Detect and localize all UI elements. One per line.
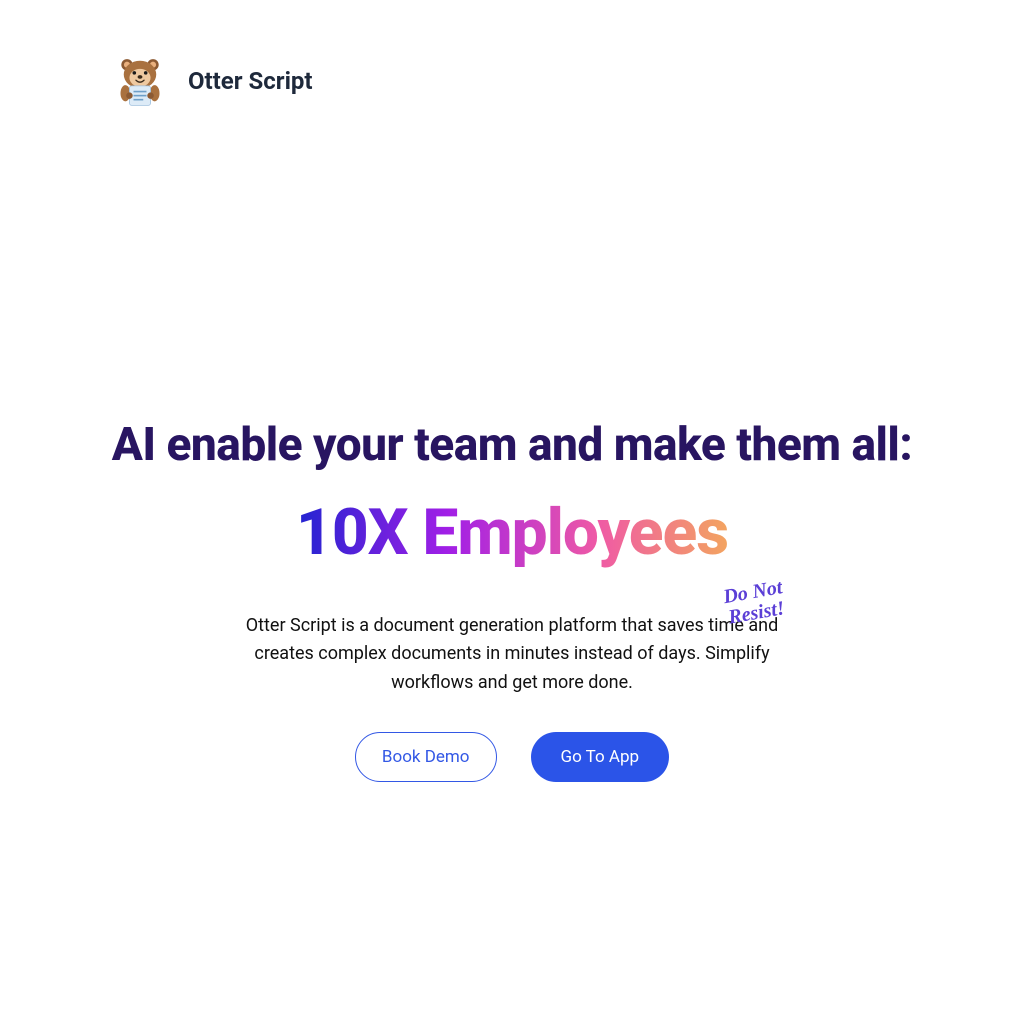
- hero-subhead: 10X Employees: [296, 495, 728, 570]
- book-demo-button[interactable]: Book Demo: [355, 732, 497, 782]
- hero-description: Otter Script is a document generation pl…: [232, 612, 792, 698]
- hero-headline: AI enable your team and make them all:: [0, 420, 1024, 471]
- otter-logo-icon: [114, 55, 166, 107]
- hero-subhead-wrap: 10X Employees Do Not Resist!: [296, 495, 728, 570]
- header: Otter Script: [0, 0, 1024, 107]
- brand-name: Otter Script: [188, 67, 313, 95]
- hero-section: AI enable your team and make them all: 1…: [0, 420, 1024, 782]
- cta-row: Book Demo Go To App: [0, 732, 1024, 782]
- go-to-app-button[interactable]: Go To App: [531, 732, 670, 782]
